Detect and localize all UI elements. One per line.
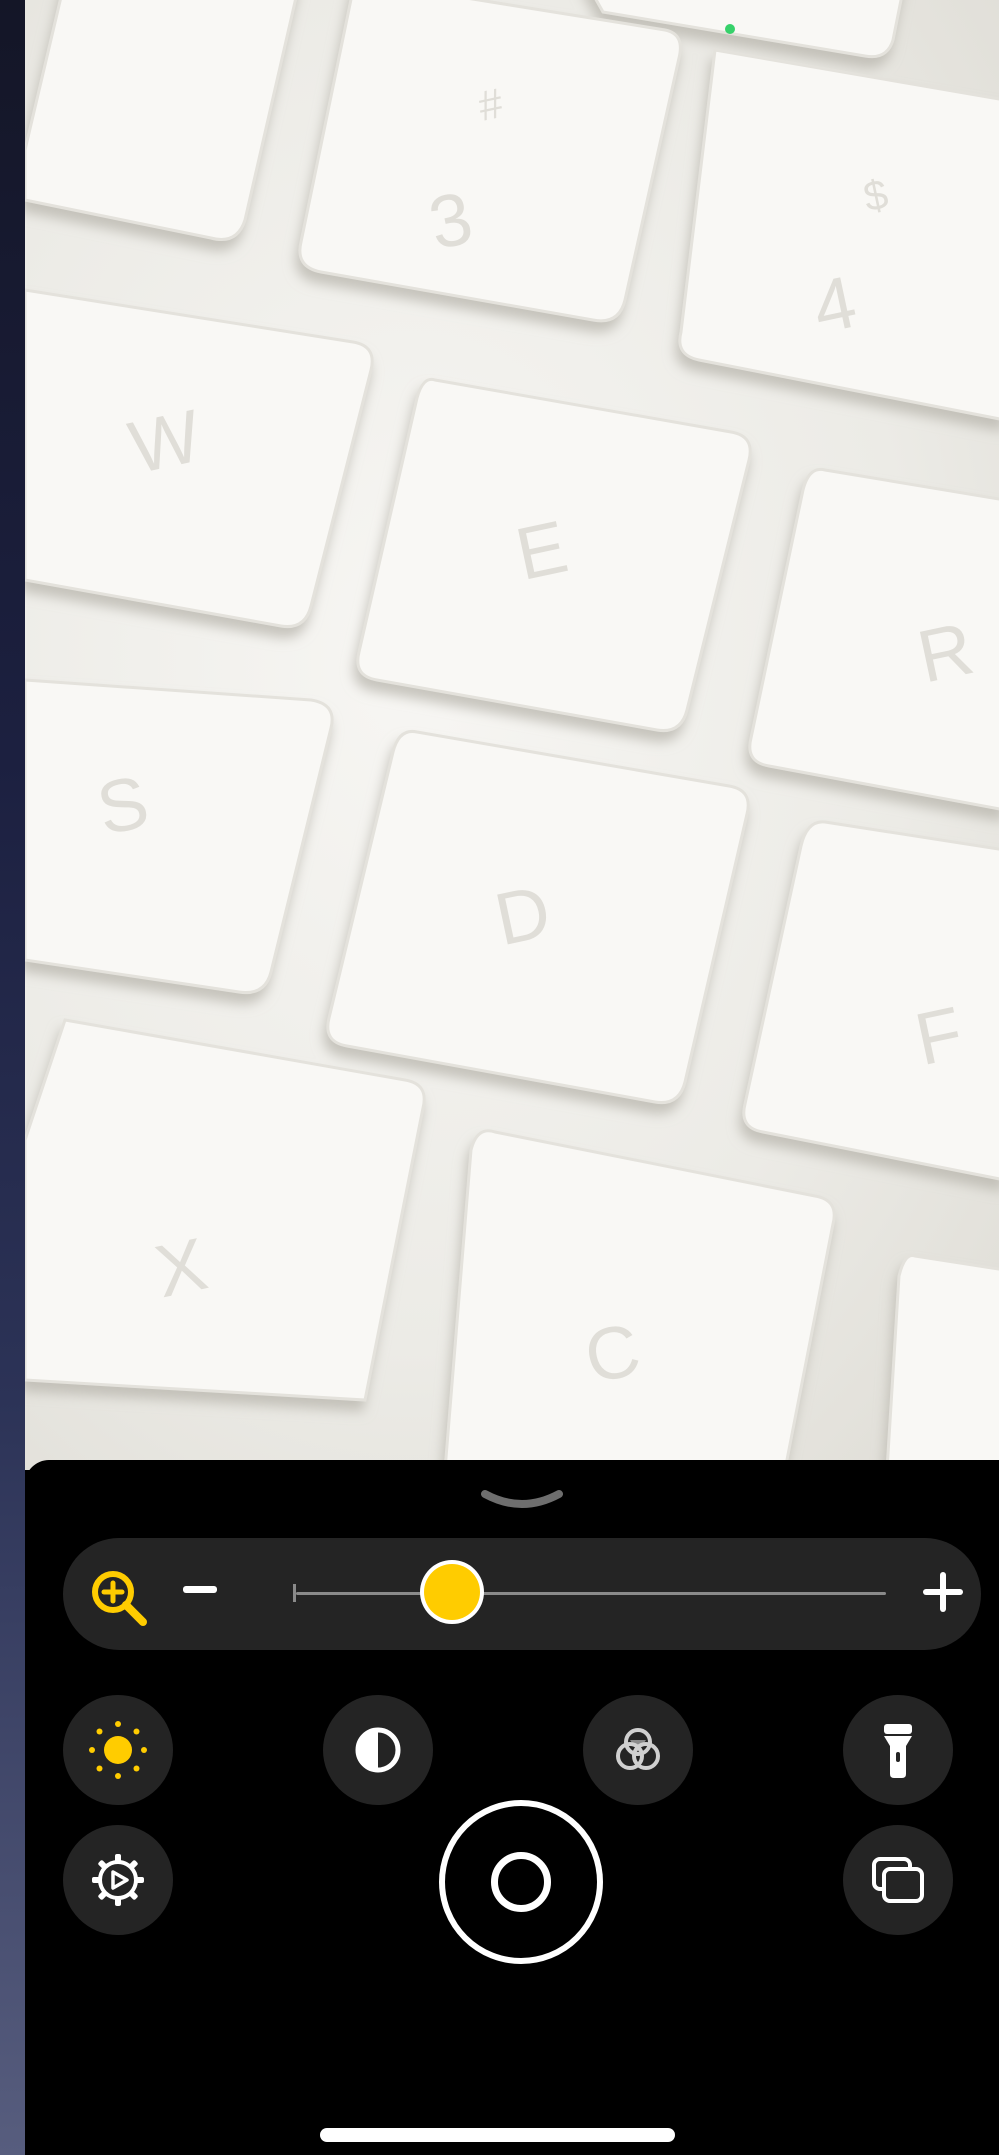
capture-button[interactable]	[439, 1800, 603, 1964]
zoom-slider-track[interactable]	[296, 1592, 886, 1595]
plus-icon	[923, 1572, 924, 1573]
flashlight-button[interactable]	[843, 1695, 953, 1805]
magnifier-screen: # 3 $ 4 W E R S D F X C	[25, 0, 999, 2155]
key-f	[742, 820, 999, 1181]
key-s	[25, 678, 334, 995]
zoom-control	[63, 1538, 981, 1650]
flashlight-icon	[884, 1724, 912, 1778]
zoom-out-button[interactable]	[183, 1586, 217, 1593]
collapse-controls-button[interactable]	[477, 1486, 567, 1516]
magnifier-controls	[25, 1460, 999, 2155]
filters-icon	[616, 1728, 660, 1770]
zoom-slider-thumb[interactable]	[424, 1564, 481, 1620]
keyboard-image: # 3 $ 4 W E R S D F X C	[25, 0, 999, 1470]
filters-button[interactable]	[583, 1695, 693, 1805]
key-c	[443, 1129, 836, 1470]
settings-button[interactable]	[63, 1825, 173, 1935]
chevron-down-icon	[481, 1490, 563, 1508]
key-2	[25, 0, 297, 241]
shutter-icon	[491, 1852, 551, 1912]
contrast-icon	[355, 1727, 401, 1773]
key-3	[298, 0, 682, 323]
key-4	[678, 48, 999, 421]
settings-icon	[92, 1854, 144, 1906]
key-v-partial	[885, 1253, 999, 1470]
multi-capture-icon	[872, 1857, 924, 1903]
contrast-button[interactable]	[323, 1695, 433, 1805]
home-indicator[interactable]	[320, 2128, 675, 2142]
camera-indicator-dot	[725, 24, 735, 34]
minus-icon	[183, 1586, 184, 1587]
zoom-in-button[interactable]	[923, 1572, 963, 1612]
multi-capture-button[interactable]	[843, 1825, 953, 1935]
key-x	[25, 1018, 426, 1402]
zoom-in-icon[interactable]	[89, 1568, 149, 1628]
camera-viewfinder[interactable]: # 3 $ 4 W E R S D F X C	[25, 0, 999, 1470]
brightness-button[interactable]	[63, 1695, 173, 1805]
brightness-icon	[89, 1721, 147, 1779]
